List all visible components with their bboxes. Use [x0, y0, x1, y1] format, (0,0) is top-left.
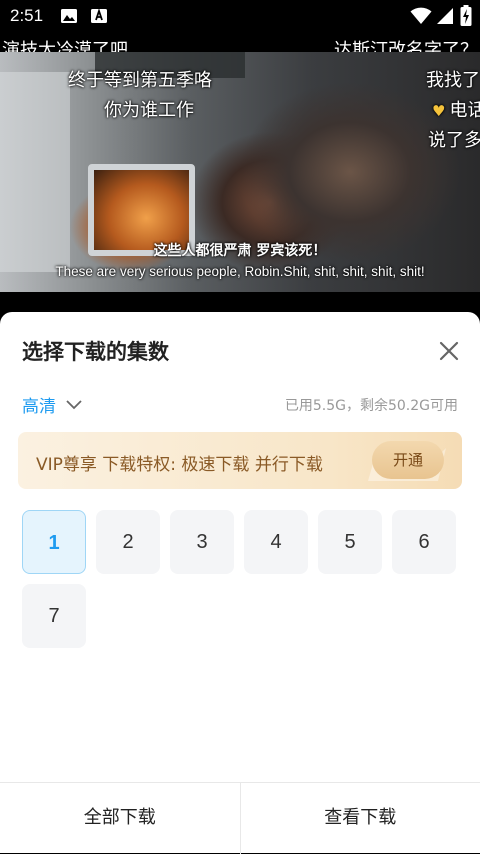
episode-button[interactable]: 4 [244, 510, 308, 574]
storage-info: 已用5.5G，剩余50.2G可用 [285, 395, 458, 415]
episode-button[interactable]: 7 [22, 584, 86, 648]
episode-button[interactable]: 2 [96, 510, 160, 574]
status-time: 2:51 [10, 6, 43, 26]
vip-banner[interactable]: VIP尊享 下载特权: 极速下载 并行下载 开通 [18, 432, 462, 489]
quality-selector[interactable]: 高清 [22, 392, 82, 417]
signal-icon [436, 7, 454, 29]
chevron-down-icon [66, 400, 82, 410]
bottom-action-bar: 全部下载 查看下载 [0, 782, 480, 854]
heart-icon: ♥ [432, 102, 445, 120]
danmaku-comment: 说了多 [428, 126, 480, 152]
episode-button[interactable]: 6 [392, 510, 456, 574]
danmaku-comment: 终于等到第五季咯 [68, 66, 212, 92]
episode-button[interactable]: 3 [170, 510, 234, 574]
download-all-button[interactable]: 全部下载 [0, 783, 240, 854]
wifi-icon [410, 7, 432, 29]
battery-charging-icon [460, 5, 472, 31]
vip-banner-text: VIP尊享 下载特权: 极速下载 并行下载 [36, 450, 323, 475]
download-sheet: 选择下载的集数 高清 已用5.5G，剩余50.2G可用 VIP尊享 下载特权: … [0, 312, 480, 853]
image-icon [60, 7, 78, 29]
close-button[interactable] [432, 334, 466, 368]
vip-activate-button[interactable]: 开通 [372, 441, 444, 479]
episode-button[interactable]: 1 [22, 510, 86, 574]
quality-label: 高清 [22, 392, 56, 417]
subtitle-chinese: 这些人都很严肃 罗宾该死！ [0, 240, 480, 260]
danmaku-comment-vip: ♥电话 [432, 96, 480, 122]
view-downloads-button[interactable]: 查看下载 [241, 783, 480, 854]
font-app-icon [90, 7, 108, 29]
danmaku-text: 电话 [449, 100, 480, 121]
close-icon [432, 334, 466, 368]
status-bar: 2:51 [0, 0, 480, 32]
episode-button[interactable]: 5 [318, 510, 382, 574]
danmaku-comment: 我找了 [426, 66, 480, 92]
sheet-title: 选择下载的集数 [22, 336, 169, 366]
danmaku-comment: 你为谁工作 [104, 96, 194, 122]
subtitle-english: These are very serious people, Robin.Shi… [0, 264, 480, 279]
